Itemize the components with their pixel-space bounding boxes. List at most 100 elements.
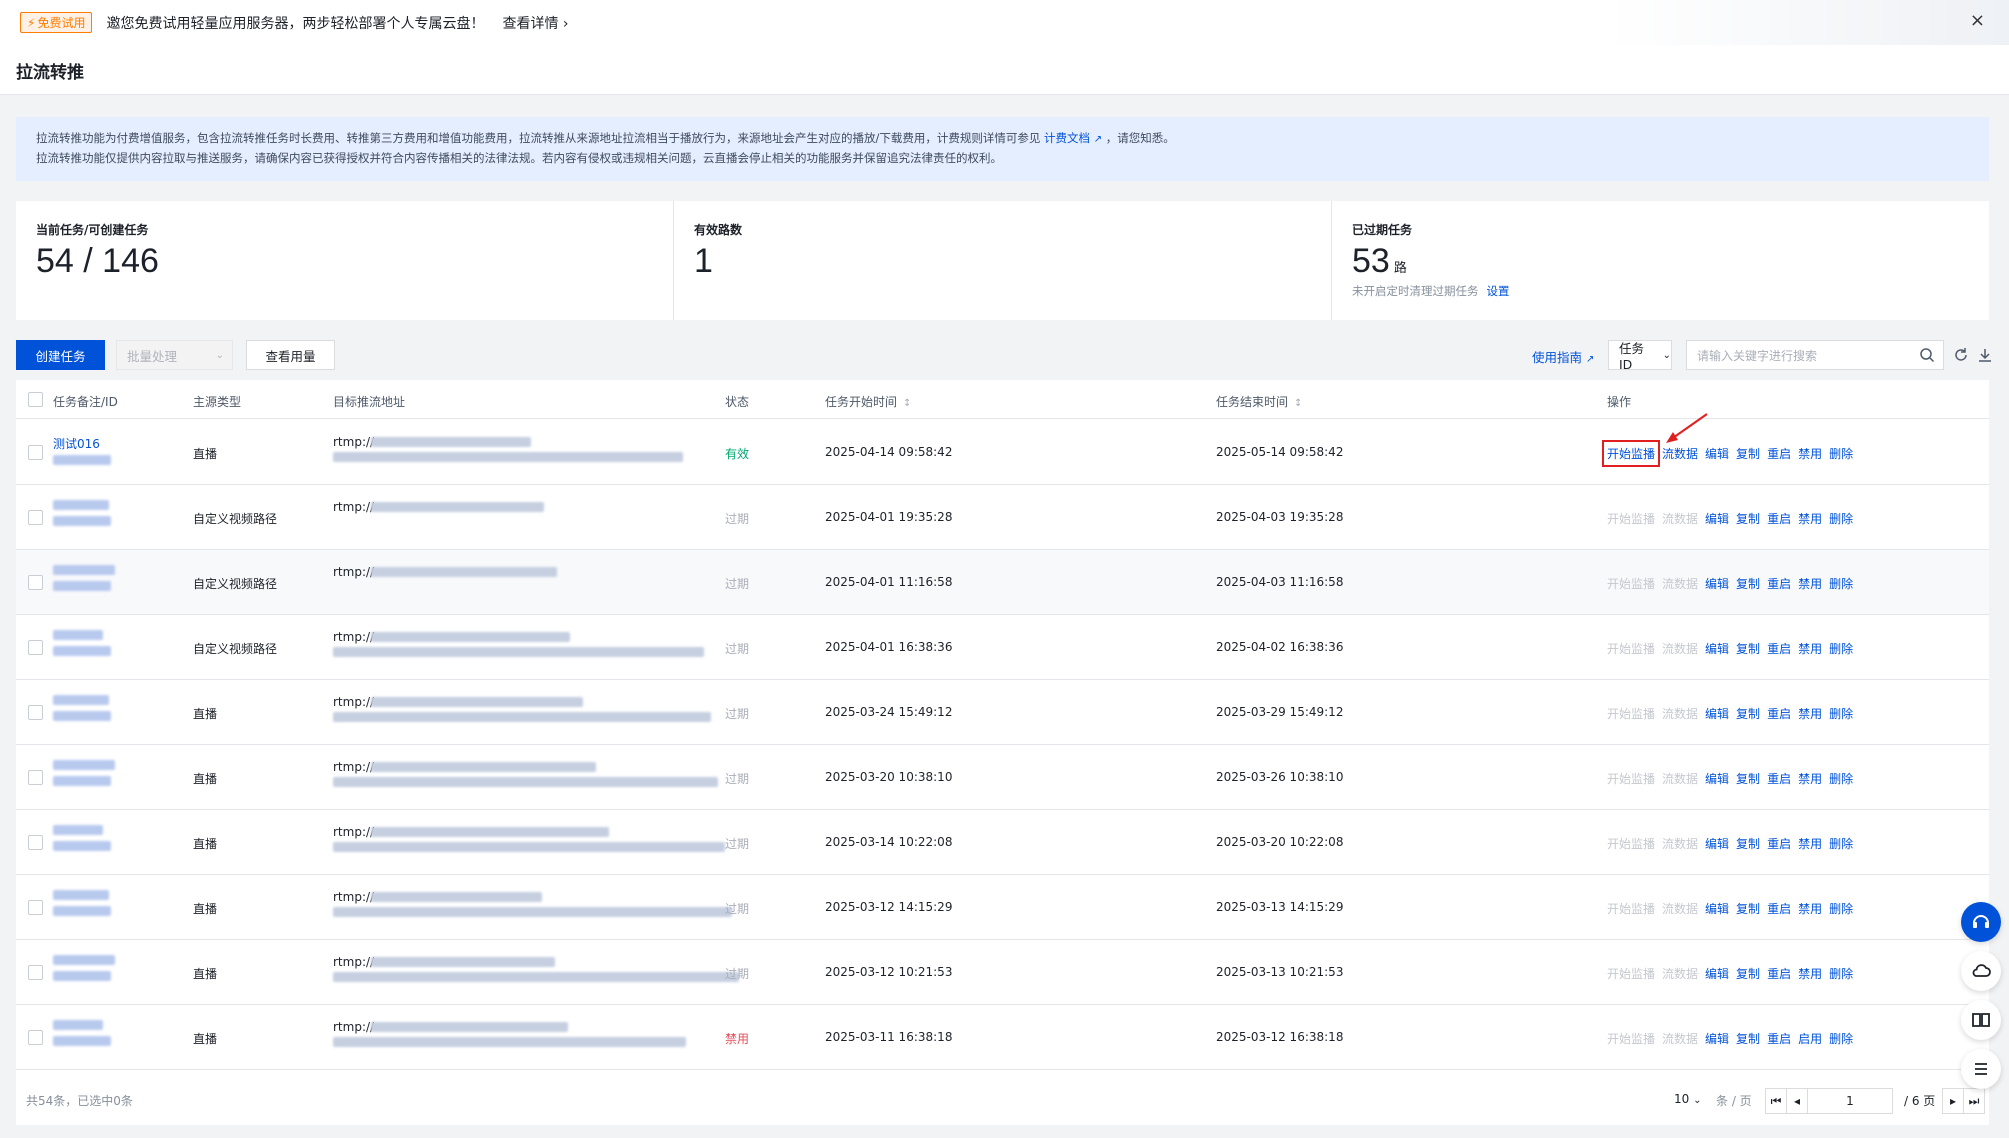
row-checkbox[interactable]	[28, 510, 43, 525]
stream-data-button[interactable]: 流数据	[1662, 965, 1698, 982]
toggle-button[interactable]: 禁用	[1798, 445, 1822, 462]
start-monitor-button[interactable]: 开始监播	[1607, 705, 1655, 722]
sort-icon[interactable]: ↕	[903, 398, 911, 409]
restart-button[interactable]: 重启	[1767, 510, 1791, 527]
view-usage-button[interactable]: 查看用量	[246, 340, 335, 370]
restart-button[interactable]: 重启	[1767, 770, 1791, 787]
toggle-button[interactable]: 禁用	[1798, 770, 1822, 787]
row-checkbox[interactable]	[28, 575, 43, 590]
sort-icon[interactable]: ↕	[1294, 398, 1302, 409]
restart-button[interactable]: 重启	[1767, 900, 1791, 917]
stream-data-button[interactable]: 流数据	[1662, 640, 1698, 657]
edit-button[interactable]: 编辑	[1705, 575, 1729, 592]
row-checkbox[interactable]	[28, 835, 43, 850]
toggle-button[interactable]: 禁用	[1798, 640, 1822, 657]
start-monitor-button[interactable]: 开始监播	[1607, 1030, 1655, 1047]
cloud-button[interactable]	[1961, 951, 2001, 991]
search-input[interactable]: 请输入关键字进行搜索	[1686, 340, 1944, 370]
restart-button[interactable]: 重启	[1767, 1030, 1791, 1047]
create-task-button[interactable]: 创建任务	[16, 340, 105, 370]
refresh-icon[interactable]	[1952, 346, 1970, 364]
batch-process-select[interactable]: 批量处理 ⌄	[116, 340, 233, 370]
start-monitor-button[interactable]: 开始监播	[1607, 965, 1655, 982]
delete-button[interactable]: 删除	[1829, 445, 1853, 462]
copy-button[interactable]: 复制	[1736, 900, 1760, 917]
start-monitor-button[interactable]: 开始监播	[1607, 510, 1655, 527]
restart-button[interactable]: 重启	[1767, 835, 1791, 852]
delete-button[interactable]: 删除	[1829, 900, 1853, 917]
toggle-button[interactable]: 禁用	[1798, 705, 1822, 722]
delete-button[interactable]: 删除	[1829, 1030, 1853, 1047]
start-monitor-button[interactable]: 开始监播	[1607, 640, 1655, 657]
edit-button[interactable]: 编辑	[1705, 900, 1729, 917]
page-input[interactable]: 1	[1807, 1088, 1893, 1114]
first-page-button[interactable]: ⏮	[1765, 1088, 1787, 1114]
header-start[interactable]: 任务开始时间 ↕	[825, 393, 911, 410]
copy-button[interactable]: 复制	[1736, 575, 1760, 592]
view-details-link[interactable]: 查看详情 ›	[502, 13, 568, 33]
stream-data-button[interactable]: 流数据	[1662, 770, 1698, 787]
toggle-button[interactable]: 禁用	[1798, 835, 1822, 852]
edit-button[interactable]: 编辑	[1705, 510, 1729, 527]
usage-guide-link[interactable]: 使用指南 ↗	[1532, 347, 1594, 366]
list-button[interactable]	[1961, 1049, 2001, 1089]
delete-button[interactable]: 删除	[1829, 835, 1853, 852]
toggle-button[interactable]: 禁用	[1798, 575, 1822, 592]
search-icon[interactable]	[1919, 347, 1935, 363]
copy-button[interactable]: 复制	[1736, 640, 1760, 657]
header-end[interactable]: 任务结束时间 ↕	[1216, 393, 1302, 410]
page-size-select[interactable]: 10 ⌄	[1674, 1092, 1702, 1106]
copy-button[interactable]: 复制	[1736, 1030, 1760, 1047]
stream-data-button[interactable]: 流数据	[1662, 835, 1698, 852]
restart-button[interactable]: 重启	[1767, 445, 1791, 462]
restart-button[interactable]: 重启	[1767, 640, 1791, 657]
download-icon[interactable]	[1976, 346, 1994, 364]
edit-button[interactable]: 编辑	[1705, 965, 1729, 982]
row-checkbox[interactable]	[28, 445, 43, 460]
stream-data-button[interactable]: 流数据	[1662, 705, 1698, 722]
filter-field-select[interactable]: 任务ID ⌄	[1608, 340, 1672, 372]
copy-button[interactable]: 复制	[1736, 705, 1760, 722]
delete-button[interactable]: 删除	[1829, 575, 1853, 592]
restart-button[interactable]: 重启	[1767, 705, 1791, 722]
copy-button[interactable]: 复制	[1736, 835, 1760, 852]
billing-doc-link[interactable]: 计费文档	[1044, 131, 1090, 145]
close-icon[interactable]: ×	[1970, 10, 1985, 31]
stream-data-button[interactable]: 流数据	[1662, 900, 1698, 917]
edit-button[interactable]: 编辑	[1705, 705, 1729, 722]
settings-link[interactable]: 设置	[1487, 284, 1510, 298]
toggle-button[interactable]: 禁用	[1798, 900, 1822, 917]
start-monitor-button[interactable]: 开始监播	[1607, 770, 1655, 787]
start-monitor-button[interactable]: 开始监播	[1607, 835, 1655, 852]
row-checkbox[interactable]	[28, 900, 43, 915]
task-name-link[interactable]: 测试016	[53, 437, 100, 451]
delete-button[interactable]: 删除	[1829, 770, 1853, 787]
edit-button[interactable]: 编辑	[1705, 835, 1729, 852]
next-page-button[interactable]: ▸	[1942, 1088, 1964, 1114]
copy-button[interactable]: 复制	[1736, 770, 1760, 787]
stream-data-button[interactable]: 流数据	[1662, 1030, 1698, 1047]
copy-button[interactable]: 复制	[1736, 965, 1760, 982]
support-button[interactable]	[1961, 902, 2001, 942]
stream-data-button[interactable]: 流数据	[1662, 575, 1698, 592]
row-checkbox[interactable]	[28, 705, 43, 720]
delete-button[interactable]: 删除	[1829, 705, 1853, 722]
restart-button[interactable]: 重启	[1767, 965, 1791, 982]
delete-button[interactable]: 删除	[1829, 965, 1853, 982]
stream-data-button[interactable]: 流数据	[1662, 510, 1698, 527]
delete-button[interactable]: 删除	[1829, 640, 1853, 657]
start-monitor-button[interactable]: 开始监播	[1601, 440, 1661, 467]
edit-button[interactable]: 编辑	[1705, 1030, 1729, 1047]
last-page-button[interactable]: ⏭	[1963, 1088, 1985, 1114]
prev-page-button[interactable]: ◂	[1786, 1088, 1808, 1114]
task-name-cell[interactable]: 测试016	[53, 435, 111, 465]
copy-button[interactable]: 复制	[1736, 445, 1760, 462]
start-monitor-button[interactable]: 开始监播	[1607, 900, 1655, 917]
select-all-checkbox[interactable]	[28, 392, 43, 407]
edit-button[interactable]: 编辑	[1705, 640, 1729, 657]
edit-button[interactable]: 编辑	[1705, 770, 1729, 787]
row-checkbox[interactable]	[28, 640, 43, 655]
row-checkbox[interactable]	[28, 965, 43, 980]
start-monitor-button[interactable]: 开始监播	[1607, 575, 1655, 592]
row-checkbox[interactable]	[28, 1030, 43, 1045]
